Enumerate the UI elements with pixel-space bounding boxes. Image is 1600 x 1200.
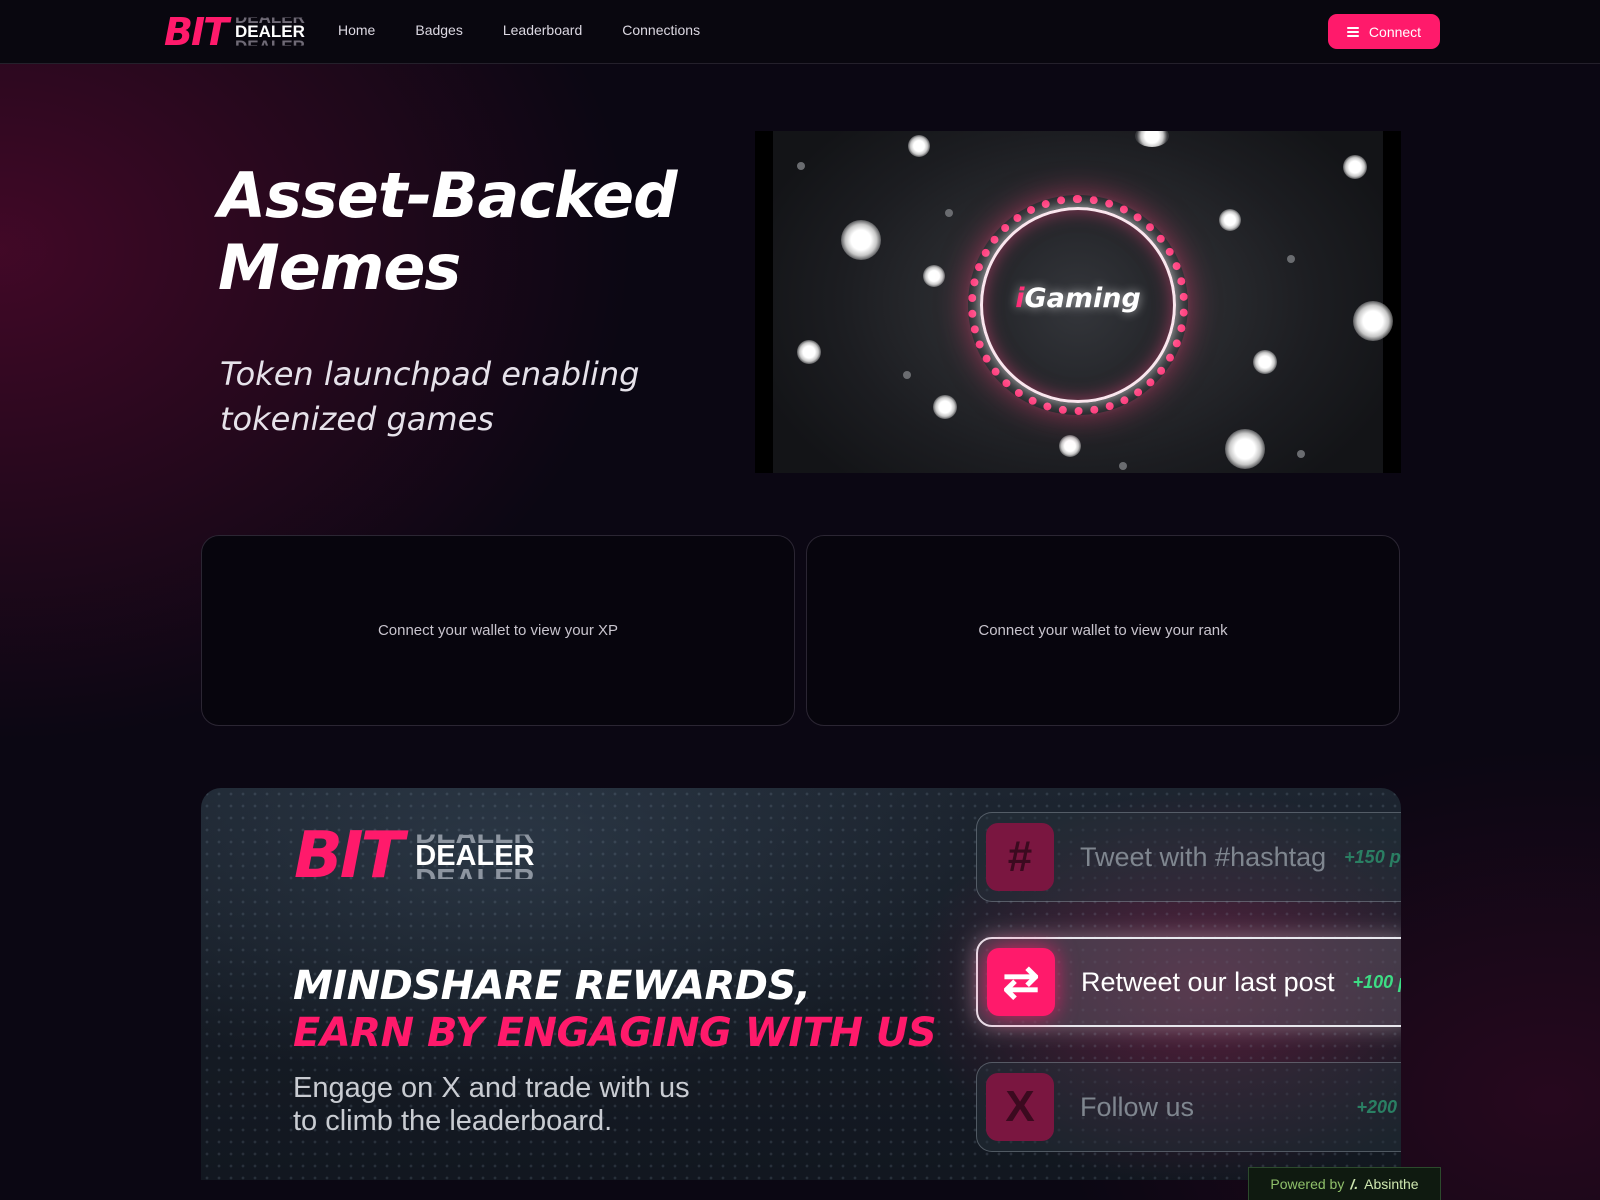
hero-title: Asset-Backed Memes: [218, 160, 738, 304]
task-label: Follow us: [1080, 1091, 1195, 1122]
menu-icon: [1346, 26, 1359, 37]
xp-card-message: Connect your wallet to view your XP: [377, 622, 619, 639]
task-tweet-hashtag[interactable]: # Tweet with #hashtag +150 p: [976, 812, 1401, 902]
absinthe-logo-icon: /.: [1350, 1176, 1359, 1192]
connect-button[interactable]: Connect: [1328, 14, 1440, 49]
connect-button-label: Connect: [1368, 23, 1422, 40]
task-points: +150 p: [1344, 846, 1401, 867]
nav-link-leaderboard[interactable]: Leaderboard: [503, 22, 582, 38]
igaming-rest: Gaming: [1024, 283, 1141, 314]
task-label: Tweet with #hashtag: [1080, 841, 1327, 872]
x-logo-icon: X: [986, 1073, 1054, 1141]
logo-dealer-main: DEALER: [235, 22, 305, 41]
task-points: +100 p: [1352, 971, 1401, 992]
nav-link-badges[interactable]: Badges: [415, 22, 462, 38]
powered-by-badge[interactable]: Powered by /. Absinthe: [1248, 1167, 1441, 1200]
task-points: +200: [1356, 1096, 1397, 1117]
video-frame: iGaming: [773, 131, 1393, 473]
banner-tasks: # Tweet with #hashtag +150 p ⇄ Retweet o…: [201, 788, 1401, 1200]
hero-video[interactable]: iGaming: [755, 131, 1401, 473]
brand-logo[interactable]: BIT DEALER DEALER DEALER: [164, 10, 305, 54]
hero-subtitle-line1: Token launchpad enabling: [220, 355, 640, 393]
logo-dealer-text: DEALER DEALER DEALER: [235, 12, 305, 52]
xp-card: Connect your wallet to view your XP: [201, 535, 795, 726]
nav-links: Home Badges Leaderboard Connections: [338, 22, 700, 38]
nav-link-connections[interactable]: Connections: [622, 22, 700, 38]
rank-card-message: Connect your wallet to view your rank: [978, 622, 1228, 639]
absinthe-brand: Absinthe: [1364, 1176, 1419, 1192]
task-retweet[interactable]: ⇄ Retweet our last post +100 p: [976, 937, 1401, 1027]
hero-subtitle-line2: tokenized games: [220, 400, 494, 438]
logo-dealer-echo-bottom: DEALER: [235, 37, 305, 56]
rank-card: Connect your wallet to view your rank: [806, 535, 1400, 726]
hero-subtitle: Token launchpad enabling tokenized games: [220, 352, 700, 442]
nav-link-home[interactable]: Home: [338, 22, 375, 38]
task-label: Retweet our last post: [1081, 966, 1335, 997]
top-nav: BIT DEALER DEALER DEALER Home Badges Lea…: [0, 0, 1600, 64]
hero-title-line2: Memes: [218, 231, 461, 304]
powered-by-label: Powered by: [1270, 1176, 1345, 1192]
hashtag-icon: #: [986, 823, 1054, 891]
task-follow[interactable]: X Follow us +200: [976, 1062, 1401, 1152]
retweet-icon: ⇄: [987, 948, 1055, 1016]
hero-title-line1: Asset-Backed: [218, 159, 678, 232]
igaming-logo: iGaming: [988, 283, 1168, 314]
logo-bit-text: BIT: [164, 10, 229, 54]
